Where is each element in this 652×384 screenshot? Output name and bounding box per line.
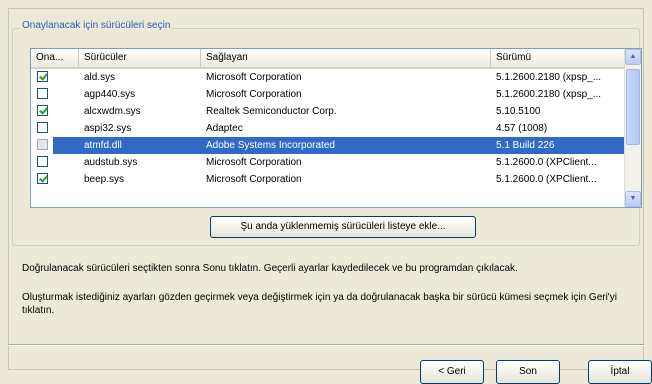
verify-checkbox[interactable] [37, 88, 48, 99]
finish-button[interactable]: Son [496, 360, 560, 384]
verify-checkbox[interactable] [37, 122, 48, 133]
verify-checkbox[interactable] [37, 156, 48, 167]
column-header-verify[interactable]: Ona... [31, 49, 79, 67]
version-cell: 5.10.5100 [496, 106, 541, 117]
version-cell: 5.1.2600.0 (XPClient... [496, 174, 597, 185]
provider-cell: Microsoft Corporation [206, 89, 302, 100]
table-row[interactable]: atmfd.dll Adobe Systems Incorporated 5.1 B… [31, 137, 625, 154]
provider-cell: Microsoft Corporation [206, 174, 302, 185]
table-row[interactable]: ald.sys Microsoft Corporation 5.1.2600.218… [31, 69, 625, 86]
table-row[interactable]: alcxwdm.sys Realtek Semiconductor Corp. 5.… [31, 103, 625, 120]
list-header: Ona... Sürücüler Sağlayan Sürümü [31, 49, 625, 69]
verify-checkbox[interactable] [37, 71, 48, 82]
provider-cell: Realtek Semiconductor Corp. [206, 106, 337, 117]
column-header-provider[interactable]: Sağlayan [201, 49, 491, 67]
add-unloaded-drivers-button[interactable]: Şu anda yüklenmemiş sürücüleri listeye e… [210, 216, 476, 238]
column-header-driver[interactable]: Sürücüler [79, 49, 201, 67]
verify-checkbox[interactable] [37, 105, 48, 116]
version-cell: 5.1.2600.2180 (xpsp_... [496, 72, 602, 83]
table-row[interactable]: audstub.sys Microsoft Corporation 5.1.2600… [31, 154, 625, 171]
table-row[interactable]: aspi32.sys Adaptec 4.57 (1008) [31, 120, 625, 137]
driver-list[interactable]: Ona... Sürücüler Sağlayan Sürümü ald.sys… [30, 48, 642, 208]
info-text-back: Oluşturmak istediğiniz ayarları gözden g… [22, 292, 617, 316]
provider-cell: Microsoft Corporation [206, 157, 302, 168]
back-button[interactable]: < Geri [420, 360, 484, 384]
scroll-up-icon[interactable]: ▲ [625, 49, 641, 65]
table-row[interactable]: beep.sys Microsoft Corporation 5.1.2600.0 … [31, 171, 625, 188]
provider-cell: Adaptec [206, 123, 243, 134]
driver-name-cell: ald.sys [84, 72, 116, 83]
driver-name-cell: beep.sys [84, 174, 125, 185]
driver-name-cell: aspi32.sys [84, 123, 132, 134]
verify-checkbox[interactable] [37, 139, 48, 150]
scroll-thumb[interactable] [626, 69, 640, 145]
driver-name-cell: audstub.sys [84, 157, 138, 168]
driver-name-cell: alcxwdm.sys [84, 106, 141, 117]
add-button-label: Şu anda yüklenmemiş sürücüleri listeye e… [240, 221, 446, 232]
column-header-version[interactable]: Sürümü [491, 49, 625, 67]
vertical-scrollbar[interactable]: ▲ ▼ [624, 49, 641, 207]
driver-name-cell: atmfd.dll [84, 140, 122, 151]
version-cell: 5.1 Build 226 [496, 140, 555, 151]
cancel-button[interactable]: İptal [588, 360, 652, 384]
verify-checkbox[interactable] [37, 173, 48, 184]
version-cell: 5.1.2600.2180 (xpsp_... [496, 89, 602, 100]
version-cell: 5.1.2600.0 (XPClient... [496, 157, 597, 168]
button-divider [8, 344, 644, 346]
provider-cell: Adobe Systems Incorporated [206, 140, 335, 151]
driver-name-cell: agp440.sys [84, 89, 136, 100]
table-row[interactable]: agp440.sys Microsoft Corporation 5.1.2600.… [31, 86, 625, 103]
scroll-down-icon[interactable]: ▼ [625, 191, 641, 207]
provider-cell: Microsoft Corporation [206, 72, 302, 83]
version-cell: 4.57 (1008) [496, 123, 548, 134]
info-text-finish: Doğrulanacak sürücüleri seçtikten sonra … [22, 263, 518, 274]
group-title: Onaylanacak için sürücüleri seçin [20, 20, 173, 31]
